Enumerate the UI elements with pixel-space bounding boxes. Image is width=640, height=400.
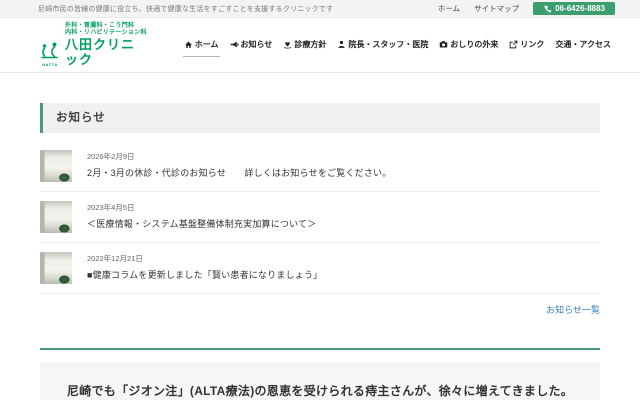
- news-row[interactable]: 2023年4月5日 ＜医療情報・システム基盤整備体制充実加算について＞: [40, 192, 600, 243]
- nav-label-links: リンク: [520, 39, 544, 50]
- main-nav: ホーム お知らせ 診療方針 院長・スタッフ・医院 おしりの外来 リンク 交通・ア…: [183, 34, 612, 57]
- feature-box: 尼崎でも「ジオン注」(ALTA療法)の恩恵を受けられる痔主さんが、徐々に増えてき…: [40, 362, 600, 400]
- news-title: ■健康コラムを更新しました「賢い患者になりましょう」: [87, 268, 322, 281]
- news-title: ＜医療情報・システム基盤整備体制充実加算について＞: [87, 217, 316, 230]
- person-icon: [337, 40, 346, 49]
- topbar-link-home[interactable]: ホーム: [438, 3, 460, 14]
- nav-item-news[interactable]: お知らせ: [229, 34, 274, 57]
- news-list-link[interactable]: お知らせ一覧: [546, 305, 600, 315]
- news-text: 2023年4月5日 ＜医療情報・システム基盤整備体制充実加算について＞: [87, 201, 316, 230]
- nav-label-home: ホーム: [195, 39, 219, 50]
- phone-number: 06-6426-8883: [555, 4, 605, 13]
- news-list: 2026年2月9日 2月・3月の休診・代診のお知らせ 詳しくはお知らせをご覧くだ…: [40, 141, 600, 294]
- news-thumbnail-hallway-photo: [40, 150, 72, 182]
- clinic-name: 八田クリニック: [65, 37, 149, 67]
- clinic-logo-mark: HATTA: [38, 42, 62, 67]
- site-tagline: 尼崎市民の皆様の健康に役立ち、快適で健康な生活をすごすことを支援するクリニックで…: [38, 4, 333, 14]
- nav-label-staff: 院長・スタッフ・医院: [348, 39, 428, 50]
- care-heart-icon: [283, 40, 292, 49]
- news-date: 2023年4月5日: [87, 202, 316, 213]
- news-date: 2022年12月21日: [87, 253, 322, 264]
- news-text: 2022年12月21日 ■健康コラムを更新しました「賢い患者になりましょう」: [87, 252, 322, 281]
- nav-item-proctology[interactable]: おしりの外来: [438, 34, 499, 57]
- news-title: 2月・3月の休診・代診のお知らせ 詳しくはお知らせをご覧ください。: [87, 166, 391, 179]
- nav-item-links[interactable]: リンク: [508, 34, 545, 57]
- topbar-link-sitemap[interactable]: サイトマップ: [474, 3, 519, 14]
- megaphone-icon: [230, 40, 239, 49]
- topbar-right: ホーム サイトマップ 06-6426-8883: [438, 2, 615, 15]
- phone-icon: [543, 5, 551, 13]
- news-thumbnail-hallway-photo: [40, 201, 72, 233]
- news-text: 2026年2月9日 2月・3月の休診・代診のお知らせ 詳しくはお知らせをご覧くだ…: [87, 150, 391, 179]
- home-icon: [184, 40, 193, 49]
- camera-icon: [439, 40, 448, 49]
- news-date: 2026年2月9日: [87, 151, 391, 162]
- nav-label-proctology: おしりの外来: [450, 39, 498, 50]
- clinic-logo[interactable]: HATTA 外科・胃腸科・こう門科 内科・リハビリテーション科 八田クリニック: [38, 23, 149, 67]
- external-link-icon: [509, 40, 518, 49]
- hatta-figures-icon: [38, 42, 62, 62]
- top-utility-bar: 尼崎市民の皆様の健康に役立ち、快適で健康な生活をすごすことを支援するクリニックで…: [0, 0, 640, 18]
- nav-label-news: お知らせ: [241, 39, 273, 50]
- nav-item-policy[interactable]: 診療方針: [282, 34, 327, 57]
- nav-label-policy: 診療方針: [294, 39, 326, 50]
- nav-label-access: 交通・アクセス: [555, 39, 611, 50]
- news-section-header: お知らせ: [40, 103, 600, 133]
- news-thumbnail-hallway-photo: [40, 252, 72, 284]
- nav-item-access[interactable]: 交通・アクセス: [554, 34, 612, 57]
- logo-departments-line1: 外科・胃腸科・こう門科: [65, 23, 149, 30]
- logo-text: 外科・胃腸科・こう門科 内科・リハビリテーション科 八田クリニック: [65, 23, 149, 67]
- news-more-row: お知らせ一覧: [40, 300, 600, 318]
- main-content: お知らせ 2026年2月9日 2月・3月の休診・代診のお知らせ 詳しくはお知らせ…: [40, 73, 600, 400]
- site-header: HATTA 外科・胃腸科・こう門科 内科・リハビリテーション科 八田クリニック …: [0, 18, 640, 73]
- logo-caption: HATTA: [42, 62, 57, 67]
- phone-button[interactable]: 06-6426-8883: [533, 2, 615, 15]
- nav-item-staff[interactable]: 院長・スタッフ・医院: [336, 34, 429, 57]
- nav-item-home[interactable]: ホーム: [183, 34, 220, 57]
- teal-divider: [40, 348, 600, 350]
- logo-departments-line2: 内科・リハビリテーション科: [65, 30, 149, 37]
- feature-headline: 尼崎でも「ジオン注」(ALTA療法)の恩恵を受けられる痔主さんが、徐々に増えてき…: [40, 382, 600, 399]
- news-row[interactable]: 2026年2月9日 2月・3月の休診・代診のお知らせ 詳しくはお知らせをご覧くだ…: [40, 141, 600, 192]
- news-row[interactable]: 2022年12月21日 ■健康コラムを更新しました「賢い患者になりましょう」: [40, 243, 600, 294]
